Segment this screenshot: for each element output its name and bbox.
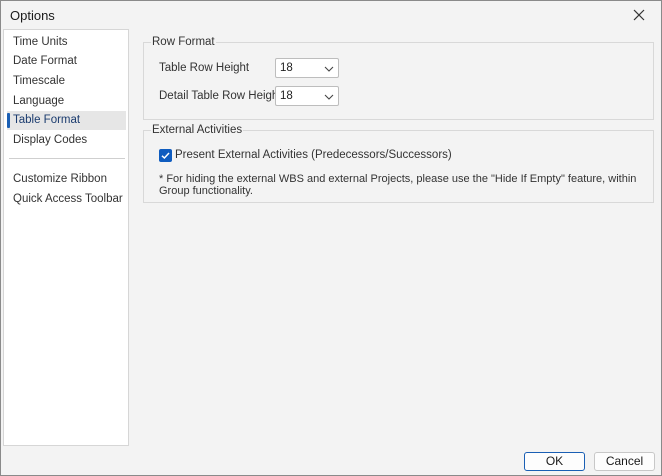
external-activities-group: External Activities Present External Act…: [143, 124, 654, 203]
sidebar-item-quick-access-toolbar[interactable]: Quick Access Toolbar: [7, 190, 126, 209]
sidebar-item-time-units[interactable]: Time Units: [7, 33, 126, 52]
close-icon: [633, 9, 645, 21]
sidebar-item-customize-ribbon[interactable]: Customize Ribbon: [7, 170, 126, 189]
sidebar-item-timescale[interactable]: Timescale: [7, 72, 126, 91]
row-format-group: Row Format Table Row Height 18 Detail Ta…: [143, 36, 654, 120]
sidebar-item-display-codes[interactable]: Display Codes: [7, 131, 126, 150]
present-external-activities-label: Present External Activities (Predecessor…: [175, 149, 452, 161]
sidebar-divider: [9, 158, 125, 159]
title-bar: Options: [1, 1, 661, 29]
sidebar-item-table-format[interactable]: Table Format: [7, 111, 126, 130]
checkmark-icon: [161, 152, 170, 160]
external-activities-group-label: External Activities: [151, 124, 244, 136]
chevron-down-icon: [324, 66, 334, 72]
detail-table-row-height-label: Detail Table Row Height: [159, 90, 282, 102]
cancel-button[interactable]: Cancel: [594, 452, 655, 471]
sidebar-item-date-format[interactable]: Date Format: [7, 52, 126, 71]
table-row-height-select[interactable]: 18: [275, 58, 339, 78]
close-button[interactable]: [619, 1, 659, 29]
sidebar-item-language[interactable]: Language: [7, 92, 126, 111]
table-row-height-label: Table Row Height: [159, 62, 250, 74]
row-format-group-label: Row Format: [151, 36, 216, 48]
present-external-activities-checkbox[interactable]: [159, 149, 172, 162]
detail-table-row-height-select[interactable]: 18: [275, 86, 339, 106]
external-activities-note: * For hiding the external WBS and extern…: [159, 173, 637, 197]
sidebar: Time Units Date Format Timescale Languag…: [3, 29, 129, 446]
table-row-height-value: 18: [280, 62, 293, 74]
options-dialog: Options Time Units Date Format Timescale…: [0, 0, 662, 476]
detail-table-row-height-value: 18: [280, 90, 293, 102]
ok-button[interactable]: OK: [524, 452, 585, 471]
chevron-down-icon: [324, 94, 334, 100]
dialog-title: Options: [10, 8, 55, 23]
content-panel: Row Format Table Row Height 18 Detail Ta…: [131, 29, 661, 446]
